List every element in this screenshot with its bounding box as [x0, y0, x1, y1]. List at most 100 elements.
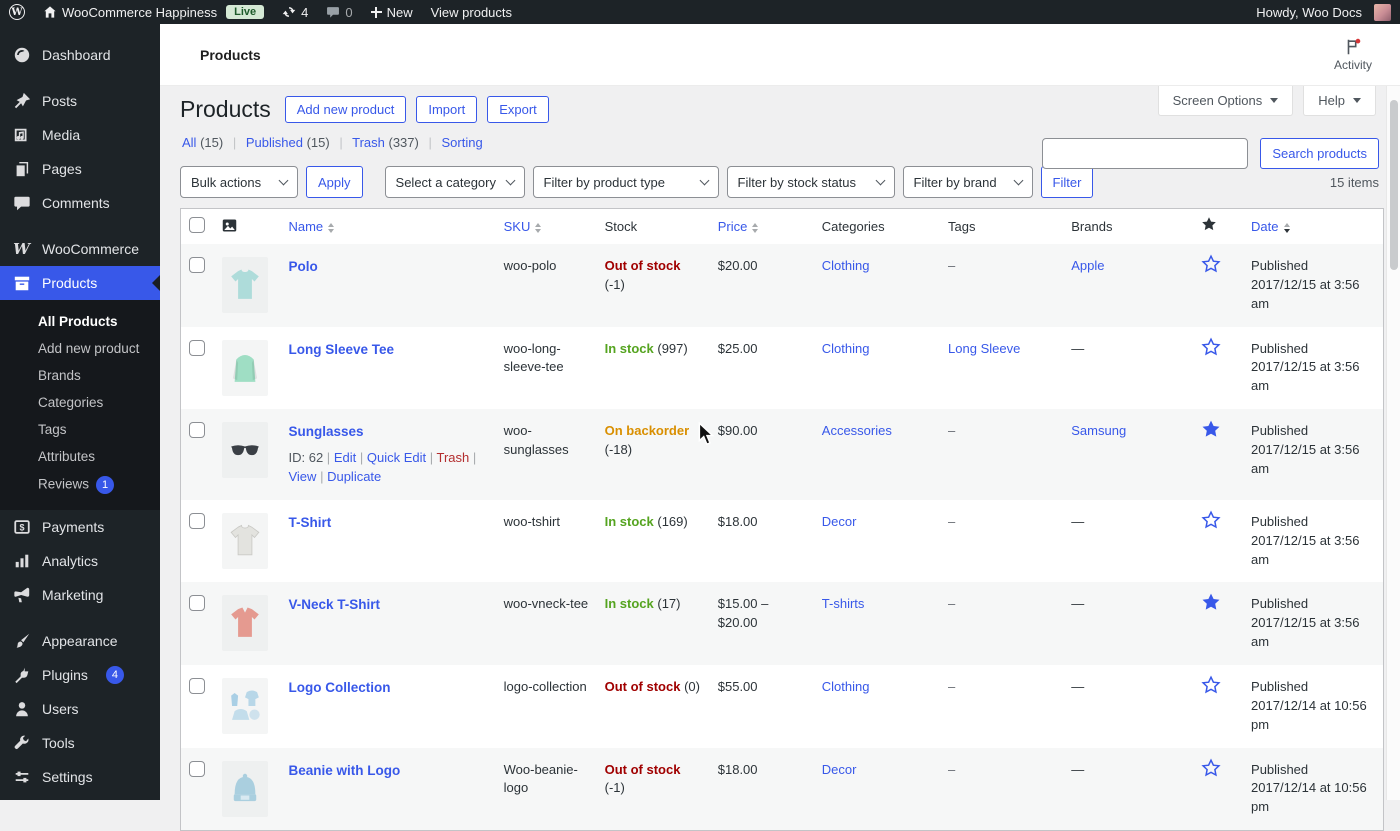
- star-outline-icon[interactable]: [1200, 510, 1221, 530]
- product-thumbnail[interactable]: [221, 677, 268, 734]
- sidebar-item-users[interactable]: Users: [0, 692, 160, 726]
- brand-filter-select[interactable]: Filter by brand: [902, 166, 1033, 198]
- sidebar-item-analytics[interactable]: Analytics: [0, 544, 160, 578]
- row-checkbox[interactable]: [189, 257, 205, 273]
- vertical-scrollbar[interactable]: [1386, 86, 1400, 800]
- product-name-link[interactable]: Beanie with Logo: [288, 763, 400, 778]
- product-thumbnail[interactable]: [221, 339, 268, 396]
- apply-button[interactable]: Apply: [306, 166, 363, 198]
- product-thumbnail[interactable]: [221, 512, 268, 569]
- product-thumbnail[interactable]: [221, 257, 268, 313]
- sidebar-item-appearance[interactable]: Appearance: [0, 624, 160, 658]
- add-new-product-button[interactable]: Add new product: [284, 96, 407, 123]
- product-name-link[interactable]: Long Sleeve Tee: [288, 342, 394, 357]
- star-outline-icon[interactable]: [1200, 336, 1221, 357]
- brand-link[interactable]: Samsung: [1071, 423, 1126, 438]
- submenu-reviews[interactable]: Reviews 1: [0, 470, 160, 500]
- sidebar-item-tools[interactable]: Tools: [0, 726, 160, 760]
- sidebar-item-posts[interactable]: Posts: [0, 84, 160, 118]
- row-checkbox[interactable]: [189, 677, 205, 694]
- submenu-tags[interactable]: Tags: [0, 416, 160, 443]
- view-action[interactable]: View: [288, 469, 316, 484]
- category-link[interactable]: Clothing: [822, 679, 870, 694]
- edit-action[interactable]: Edit: [334, 450, 356, 465]
- help-tab[interactable]: Help: [1303, 86, 1376, 116]
- row-checkbox[interactable]: [189, 339, 205, 356]
- stock-status-filter-select[interactable]: Filter by stock status: [726, 166, 895, 198]
- submenu-brands[interactable]: Brands: [0, 362, 160, 389]
- comments-bubble-icon: [327, 7, 340, 18]
- submenu-attributes[interactable]: Attributes: [0, 443, 160, 470]
- quick-edit-action[interactable]: Quick Edit: [367, 450, 426, 465]
- sidebar-item-pages[interactable]: Pages: [0, 152, 160, 186]
- view-trash-link[interactable]: Trash: [352, 135, 385, 150]
- category-link[interactable]: Clothing: [822, 258, 870, 273]
- sidebar-item-marketing[interactable]: Marketing: [0, 578, 160, 612]
- row-checkbox[interactable]: [189, 422, 205, 439]
- product-name-link[interactable]: Polo: [288, 259, 317, 274]
- row-checkbox[interactable]: [189, 595, 205, 612]
- view-products-menu[interactable]: View products: [422, 0, 521, 24]
- submenu-all-products[interactable]: All Products: [0, 308, 160, 335]
- category-link[interactable]: Decor: [822, 514, 857, 529]
- star-filled-icon[interactable]: [1201, 419, 1221, 439]
- new-menu[interactable]: New: [362, 0, 422, 24]
- sidebar-item-products[interactable]: Products: [0, 266, 160, 300]
- category-filter-select[interactable]: Select a category: [384, 166, 525, 198]
- howdy-account-menu[interactable]: Howdy, Woo Docs: [1247, 0, 1400, 24]
- product-thumbnail[interactable]: [221, 422, 268, 479]
- row-checkbox[interactable]: [189, 512, 205, 529]
- sidebar-item-payments[interactable]: $ Payments: [0, 510, 160, 544]
- tag-link[interactable]: Long Sleeve: [948, 341, 1020, 356]
- category-link[interactable]: Accessories: [822, 423, 892, 438]
- select-all-checkbox[interactable]: [189, 217, 205, 233]
- search-input[interactable]: [1042, 138, 1249, 169]
- sidebar-item-media[interactable]: Media: [0, 118, 160, 152]
- wordpress-logo-menu[interactable]: W: [0, 0, 34, 24]
- column-header-date[interactable]: Date: [1243, 209, 1383, 245]
- sidebar-item-dashboard[interactable]: Dashboard: [0, 38, 160, 72]
- brand-link[interactable]: Apple: [1071, 258, 1104, 273]
- product-name-link[interactable]: T-Shirt: [288, 515, 331, 530]
- view-sorting-link[interactable]: Sorting: [441, 135, 482, 150]
- category-link[interactable]: Decor: [822, 762, 857, 777]
- column-header-price[interactable]: Price: [710, 209, 814, 245]
- column-header-sku[interactable]: SKU: [496, 209, 597, 245]
- star-outline-icon[interactable]: [1200, 757, 1221, 778]
- screen-options-tab[interactable]: Screen Options: [1157, 86, 1294, 116]
- view-published-link[interactable]: Published: [246, 135, 303, 150]
- category-link[interactable]: Clothing: [822, 341, 870, 356]
- product-thumbnail[interactable]: [221, 595, 268, 652]
- bulk-actions-select[interactable]: Bulk actions: [180, 166, 298, 198]
- comments-menu[interactable]: 0: [317, 0, 361, 24]
- import-button[interactable]: Import: [416, 96, 478, 123]
- product-name-link[interactable]: Sunglasses: [288, 424, 363, 439]
- activity-button[interactable]: Activity: [1334, 38, 1372, 72]
- sidebar-item-settings[interactable]: Settings: [0, 760, 160, 794]
- export-button[interactable]: Export: [487, 96, 549, 123]
- product-name-link[interactable]: Logo Collection: [288, 680, 390, 695]
- sidebar-item-woocommerce[interactable]: W WooCommerce: [0, 232, 160, 266]
- submenu-categories[interactable]: Categories: [0, 389, 160, 416]
- submenu-add-new-product[interactable]: Add new product: [0, 335, 160, 362]
- product-thumbnail[interactable]: [221, 760, 268, 817]
- filter-button[interactable]: Filter: [1040, 166, 1094, 198]
- updates-menu[interactable]: 4: [273, 0, 317, 24]
- star-filled-icon[interactable]: [1201, 592, 1221, 612]
- duplicate-action[interactable]: Duplicate: [327, 469, 381, 484]
- view-all-link[interactable]: All: [182, 135, 196, 150]
- star-outline-icon[interactable]: [1200, 675, 1221, 695]
- product-name-link[interactable]: V-Neck T-Shirt: [288, 597, 380, 612]
- product-type-filter-select[interactable]: Filter by product type: [532, 166, 719, 198]
- sidebar-label-media: Media: [42, 127, 81, 143]
- column-header-name[interactable]: Name: [280, 209, 495, 245]
- sidebar-item-plugins[interactable]: Plugins 4: [0, 658, 160, 692]
- star-outline-icon[interactable]: [1200, 254, 1221, 274]
- scrollbar-thumb[interactable]: [1389, 100, 1398, 270]
- trash-action[interactable]: Trash: [437, 450, 470, 465]
- row-checkbox[interactable]: [189, 760, 205, 777]
- category-link[interactable]: T-shirts: [822, 596, 865, 611]
- sidebar-item-comments[interactable]: Comments: [0, 186, 160, 220]
- search-products-button[interactable]: Search products: [1260, 138, 1379, 169]
- site-name-menu[interactable]: WooCommerce Happiness Live: [34, 0, 273, 24]
